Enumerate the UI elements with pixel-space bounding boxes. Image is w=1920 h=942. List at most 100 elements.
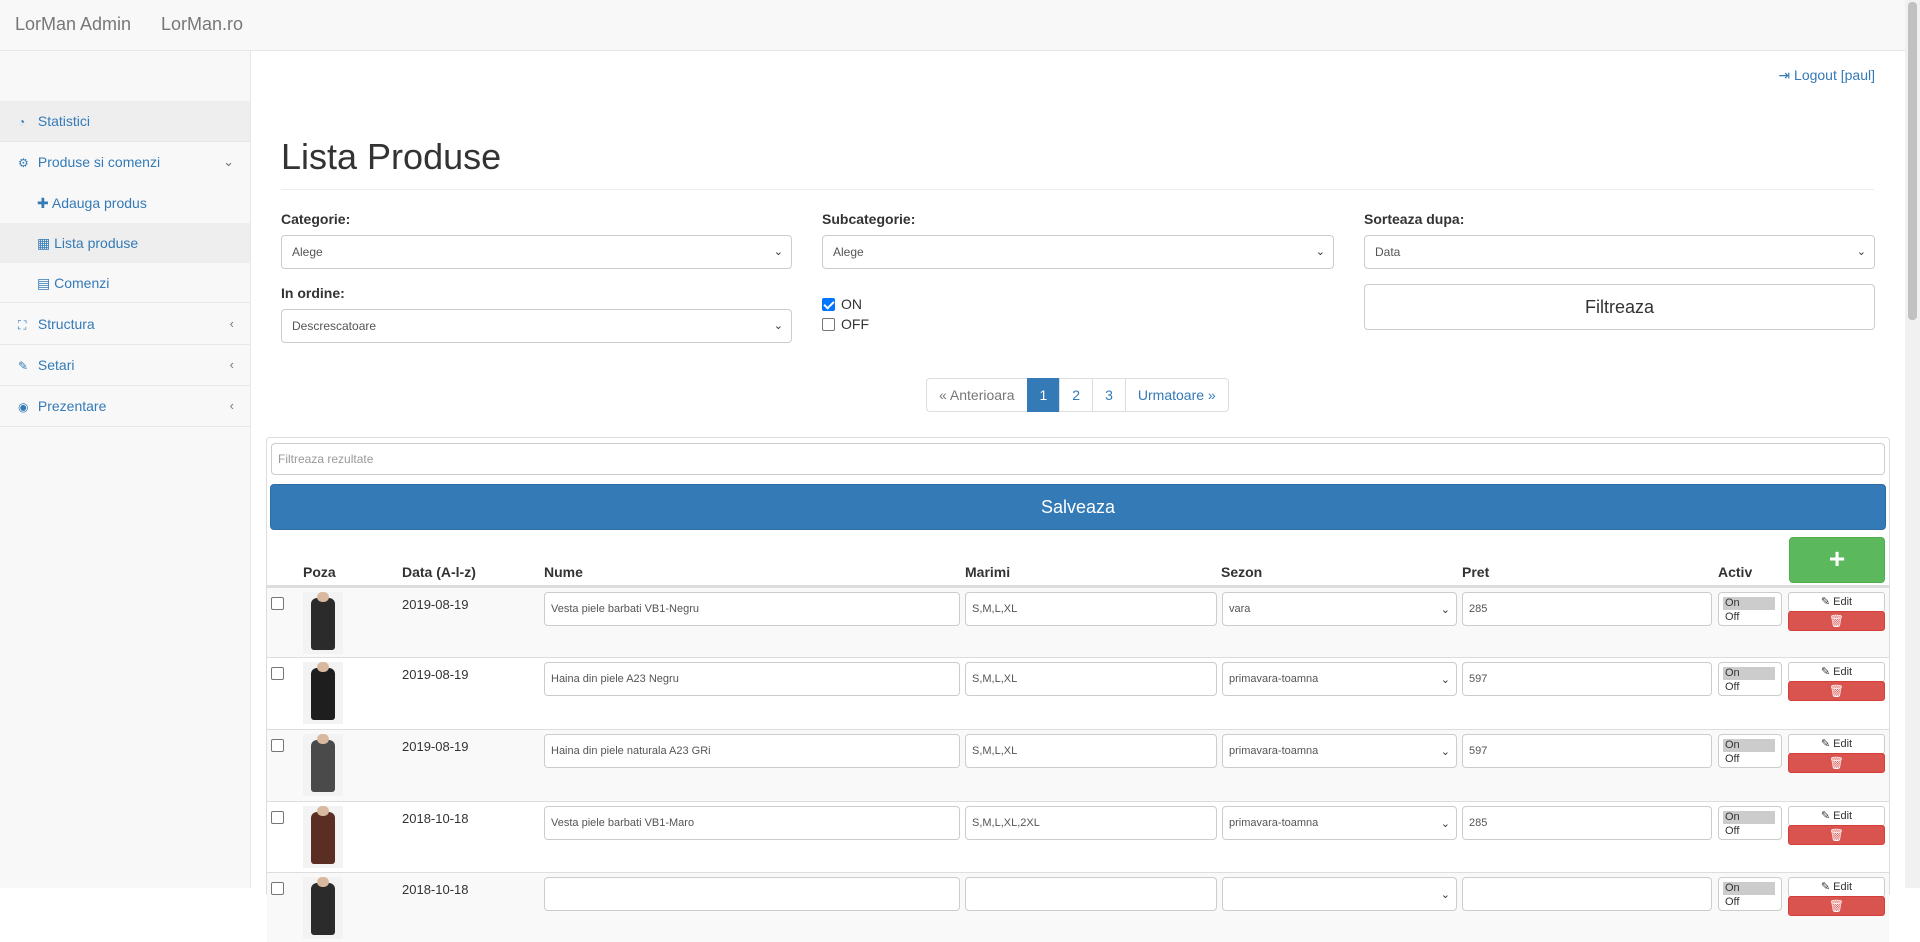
product-sizes-value: S,M,L,XL bbox=[972, 673, 1018, 685]
logout-label: Logout [paul] bbox=[1794, 67, 1875, 83]
product-price-value: 597 bbox=[1469, 745, 1488, 757]
row-select-checkbox[interactable] bbox=[271, 882, 284, 895]
page-scrollbar[interactable] bbox=[1905, 0, 1920, 888]
active-toggle[interactable]: On Off bbox=[1718, 734, 1782, 768]
toggle-off[interactable]: Off bbox=[1723, 896, 1739, 909]
active-toggle[interactable]: On Off bbox=[1718, 877, 1782, 911]
filter-results-input[interactable]: Filtreaza rezultate bbox=[271, 443, 1885, 475]
row-select-checkbox[interactable] bbox=[271, 667, 284, 680]
edit-button[interactable]: ✎ Edit bbox=[1788, 877, 1885, 897]
column-header-nume: Nume bbox=[544, 564, 583, 580]
pagination-page-2[interactable]: 2 bbox=[1059, 378, 1094, 412]
product-price-input[interactable]: 597 bbox=[1462, 734, 1712, 768]
pencil-icon: ✎ bbox=[1820, 738, 1834, 750]
scrollbar-thumb[interactable] bbox=[1908, 2, 1917, 320]
product-name-input[interactable]: Vesta piele barbati VB1-Maro bbox=[544, 806, 960, 840]
product-sizes-input[interactable]: S,M,L,XL bbox=[965, 662, 1217, 696]
toggle-on[interactable]: On bbox=[1723, 811, 1775, 824]
sidebar-item-produse[interactable]: ⚙ Produse si comenzi ⌄ bbox=[0, 142, 250, 183]
active-toggle[interactable]: On Off bbox=[1718, 592, 1782, 626]
chevron-down-icon: ⌄ bbox=[1440, 674, 1450, 686]
subcategorie-select[interactable]: Alege ⌄ bbox=[822, 235, 1334, 269]
product-sizes-input[interactable]: S,M,L,XL bbox=[965, 734, 1217, 768]
delete-button[interactable]: 🗑 bbox=[1788, 825, 1885, 845]
product-sizes-value: S,M,L,XL bbox=[972, 603, 1018, 615]
product-sizes-input[interactable] bbox=[965, 877, 1217, 911]
logout-link[interactable]: ⇥ Logout [paul] bbox=[1778, 67, 1875, 84]
delete-button[interactable]: 🗑 bbox=[1788, 611, 1885, 631]
toggle-on[interactable]: On bbox=[1723, 597, 1775, 610]
sidebar-item-lista-produse[interactable]: ▦ Lista produse bbox=[0, 223, 250, 263]
ordine-select[interactable]: Descrescatoare ⌄ bbox=[281, 309, 792, 343]
sidebar-item-adauga-produs[interactable]: ✚ Adauga produs bbox=[0, 183, 250, 223]
site-link[interactable]: LorMan.ro bbox=[161, 14, 243, 35]
edit-button[interactable]: ✎ Edit bbox=[1788, 734, 1885, 754]
product-season-select[interactable]: primavara-toamna ⌄ bbox=[1222, 734, 1457, 768]
brand-link[interactable]: LorMan Admin bbox=[15, 14, 131, 35]
product-price-input[interactable]: 285 bbox=[1462, 806, 1712, 840]
product-name-input[interactable]: Haina din piele naturala A23 GRi bbox=[544, 734, 960, 768]
sorteaza-value: Data bbox=[1375, 245, 1401, 259]
product-season-select[interactable]: primavara-toamna ⌄ bbox=[1222, 806, 1457, 840]
active-toggle[interactable]: On Off bbox=[1718, 662, 1782, 696]
product-name-input[interactable] bbox=[544, 877, 960, 911]
product-name-input[interactable]: Haina din piele A23 Negru bbox=[544, 662, 960, 696]
toggle-on[interactable]: On bbox=[1723, 667, 1775, 680]
trash-icon: 🗑 bbox=[1828, 828, 1845, 842]
pagination-next[interactable]: Urmatoare » bbox=[1124, 378, 1229, 412]
pagination-prev[interactable]: « Anterioara bbox=[926, 378, 1028, 412]
row-select-checkbox[interactable] bbox=[271, 597, 284, 610]
product-season-select[interactable]: ⌄ bbox=[1222, 877, 1457, 911]
pagination-page-3[interactable]: 3 bbox=[1092, 378, 1126, 412]
toggle-off[interactable]: Off bbox=[1723, 611, 1739, 624]
pencil-icon: ✎ bbox=[1820, 810, 1834, 822]
sorteaza-select[interactable]: Data ⌄ bbox=[1364, 235, 1875, 269]
on-checkbox[interactable] bbox=[822, 298, 835, 311]
filter-button[interactable]: Filtreaza bbox=[1364, 284, 1875, 330]
categorie-select[interactable]: Alege ⌄ bbox=[281, 235, 792, 269]
product-name-input[interactable]: Vesta piele barbati VB1-Negru bbox=[544, 592, 960, 626]
product-price-input[interactable]: 285 bbox=[1462, 592, 1712, 626]
save-button[interactable]: Salveaza bbox=[270, 484, 1886, 530]
product-price-input[interactable]: 597 bbox=[1462, 662, 1712, 696]
table-row: 2019-08-19 Vesta piele barbati VB1-Negru S… bbox=[267, 587, 1889, 657]
product-season-select[interactable]: primavara-toamna ⌄ bbox=[1222, 662, 1457, 696]
off-checkbox-row[interactable]: OFF bbox=[822, 316, 869, 332]
edit-button[interactable]: ✎ Edit bbox=[1788, 662, 1885, 682]
product-season-select[interactable]: vara ⌄ bbox=[1222, 592, 1457, 626]
sidebar-item-prezentare[interactable]: ◉ Prezentare ‹ bbox=[0, 386, 250, 427]
toggle-on[interactable]: On bbox=[1723, 739, 1775, 752]
edit-button[interactable]: ✎ Edit bbox=[1788, 592, 1885, 612]
row-select-checkbox[interactable] bbox=[271, 811, 284, 824]
delete-button[interactable]: 🗑 bbox=[1788, 896, 1885, 916]
on-checkbox-row[interactable]: ON bbox=[822, 296, 862, 312]
toggle-off[interactable]: Off bbox=[1723, 753, 1739, 766]
delete-button[interactable]: 🗑 bbox=[1788, 681, 1885, 701]
pagination-page-1[interactable]: 1 bbox=[1026, 378, 1061, 412]
product-price-value: 285 bbox=[1469, 603, 1488, 615]
product-sizes-input[interactable]: S,M,L,XL bbox=[965, 592, 1217, 626]
row-date: 2019-08-19 bbox=[402, 667, 469, 682]
product-thumbnail bbox=[303, 877, 343, 939]
row-select-checkbox[interactable] bbox=[271, 739, 284, 752]
active-toggle[interactable]: On Off bbox=[1718, 806, 1782, 840]
table-row: 2018-10-18 Vesta piele barbati VB1-Maro S,… bbox=[267, 801, 1889, 872]
toggle-off[interactable]: Off bbox=[1723, 681, 1739, 694]
delete-button[interactable]: 🗑 bbox=[1788, 753, 1885, 773]
sidebar-item-structura[interactable]: ⛶ Structura ‹ bbox=[0, 304, 250, 345]
sidebar-item-label: Setari bbox=[37, 357, 75, 373]
column-header-data[interactable]: Data (A-l-z) bbox=[402, 564, 476, 580]
add-product-button[interactable]: + bbox=[1789, 537, 1885, 583]
toggle-on[interactable]: On bbox=[1723, 882, 1775, 895]
product-sizes-input[interactable]: S,M,L,XL,2XL bbox=[965, 806, 1217, 840]
chevron-down-icon: ⌄ bbox=[1440, 746, 1450, 758]
categorie-label: Categorie: bbox=[281, 211, 351, 227]
off-checkbox[interactable] bbox=[822, 318, 835, 331]
sidebar-item-setari[interactable]: ✎ Setari ‹ bbox=[0, 345, 250, 386]
sidebar-item-comenzi[interactable]: ▤ Comenzi bbox=[0, 263, 250, 303]
toggle-off[interactable]: Off bbox=[1723, 825, 1739, 838]
product-price-input[interactable] bbox=[1462, 877, 1712, 911]
row-date: 2019-08-19 bbox=[402, 739, 469, 754]
sidebar-item-statistici[interactable]: ◔ Statistici bbox=[0, 101, 250, 142]
edit-button[interactable]: ✎ Edit bbox=[1788, 806, 1885, 826]
